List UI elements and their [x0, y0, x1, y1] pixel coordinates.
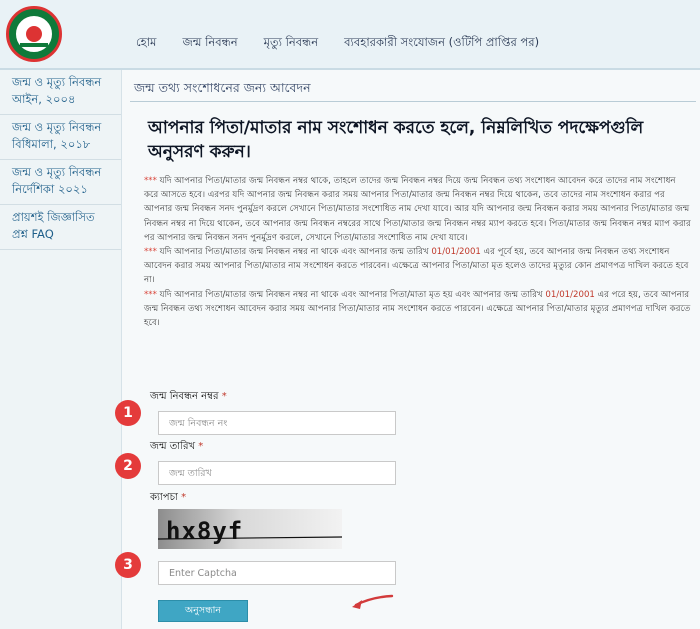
- bullet-stars: ***: [144, 247, 157, 258]
- main-content: জন্ম তথ্য সংশোধনের জন্য আবেদন আপনার পিতা…: [115, 70, 700, 629]
- label-text: ক্যাপচা: [150, 492, 178, 503]
- bullet-stars: ***: [144, 176, 157, 186]
- sidebar-item-faq[interactable]: প্রায়শই জিজ্ঞাসিত প্রশ্ন FAQ: [0, 205, 121, 250]
- bullet-stars: ***: [144, 289, 157, 300]
- government-seal-logo[interactable]: [6, 6, 62, 62]
- step-marker-3: 3: [115, 552, 141, 578]
- required-mark: *: [181, 492, 187, 503]
- paragraph-text: যদি আপনার পিতা/মাতার জন্ম নিবন্ধন নম্বর …: [144, 176, 691, 243]
- seal-emblem: [14, 14, 54, 54]
- instruction-paragraph-2: *** যদি আপনার পিতা/মাতার জন্ম নিবন্ধন নম…: [144, 245, 692, 288]
- title-divider: [130, 101, 696, 102]
- captcha-image: hx8yf: [158, 509, 342, 549]
- label-text: জন্ম নিবন্ধন নম্বর: [150, 391, 219, 402]
- main-nav: হোম জন্ম নিবন্ধন মৃত্যু নিবন্ধন ব্যবহারক…: [136, 34, 565, 53]
- instruction-text: *** যদি আপনার পিতা/মাতার জন্ম নিবন্ধন নম…: [144, 174, 692, 330]
- step-marker-2: 2: [115, 453, 141, 479]
- sidebar-item-guideline-2021[interactable]: জন্ম ও মৃত্যু নিবন্ধন নির্দেশিকা ২০২১: [0, 160, 121, 205]
- captcha-text: hx8yf: [166, 517, 243, 545]
- sidebar-item-act-2004[interactable]: জন্ম ও মৃত্যু নিবন্ধন আইন, ২০০৪: [0, 70, 121, 115]
- pointer-arrow-icon: [352, 594, 394, 609]
- instruction-heading: আপনার পিতা/মাতার নাম সংশোধন করতে হলে, নি…: [148, 118, 644, 162]
- captcha-input[interactable]: [158, 561, 396, 585]
- site-header: হোম জন্ম নিবন্ধন মৃত্যু নিবন্ধন ব্যবহারক…: [0, 0, 700, 70]
- nav-birth-registration[interactable]: জন্ম নিবন্ধন: [182, 34, 237, 53]
- nav-home[interactable]: হোম: [136, 34, 156, 53]
- sidebar: জন্ম ও মৃত্যু নিবন্ধন আইন, ২০০৪ জন্ম ও ম…: [0, 70, 122, 629]
- page-title: জন্ম তথ্য সংশোধনের জন্য আবেদন: [134, 80, 311, 95]
- dob-input[interactable]: [158, 461, 396, 485]
- paragraph-text: যদি আপনার পিতা/মাতার জন্ম নিবন্ধন নম্বর …: [156, 289, 546, 300]
- reg-number-input[interactable]: [158, 411, 396, 435]
- instruction-paragraph-1: *** যদি আপনার পিতা/মাতার জন্ম নিবন্ধন নম…: [144, 174, 692, 245]
- required-mark: *: [198, 441, 204, 452]
- step-marker-1: 1: [115, 400, 141, 426]
- paragraph-text: যদি আপনার পিতা/মাতার জন্ম নিবন্ধন নম্বর …: [156, 247, 432, 258]
- reg-number-label: জন্ম নিবন্ধন নম্বর *: [150, 389, 227, 406]
- nav-user-add[interactable]: ব্যবহারকারী সংযোজন (ওটিপি প্রাপ্তির পর): [344, 34, 539, 53]
- cutoff-date: 01/01/2001: [545, 289, 595, 300]
- required-mark: *: [221, 391, 227, 402]
- nav-death-registration[interactable]: মৃত্যু নিবন্ধন: [264, 34, 319, 53]
- instruction-paragraph-3: *** যদি আপনার পিতা/মাতার জন্ম নিবন্ধন নম…: [144, 288, 692, 331]
- captcha-label: ক্যাপচা *: [150, 490, 186, 507]
- cutoff-date: 01/01/2001: [431, 247, 481, 258]
- label-text: জন্ম তারিখ: [150, 441, 196, 452]
- dob-label: জন্ম তারিখ *: [150, 439, 203, 456]
- sidebar-item-rules-2018[interactable]: জন্ম ও মৃত্যু নিবন্ধন বিধিমালা, ২০১৮: [0, 115, 121, 160]
- search-submit-button[interactable]: অনুসন্ধান: [158, 600, 248, 622]
